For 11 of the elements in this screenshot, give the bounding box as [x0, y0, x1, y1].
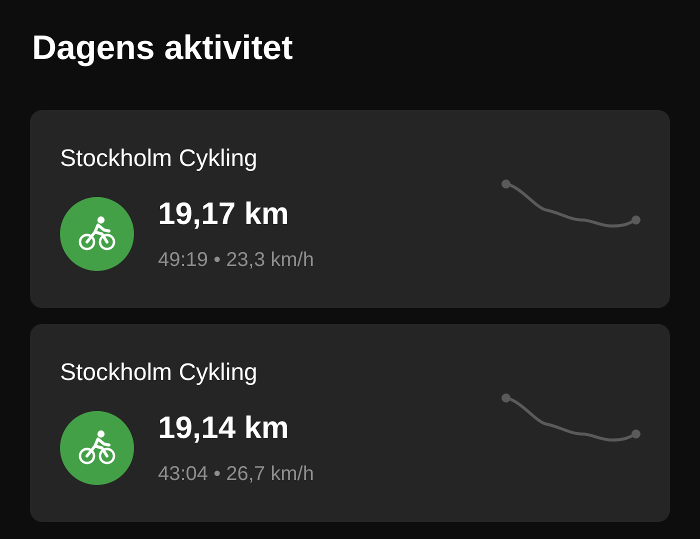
page-title: Dagens aktivitet [32, 28, 294, 68]
distance-value: 19,14 km [158, 410, 289, 446]
activity-card[interactable]: Stockholm Cykling 19,14 km 43:04 • 26,7 km/h [30, 324, 670, 522]
activity-stats: 43:04 • 26,7 km/h [158, 462, 314, 486]
cyclist-icon [60, 411, 134, 485]
activity-name: Stockholm Cykling [60, 144, 258, 174]
activity-card[interactable]: Stockholm Cykling 19,17 km 49:19 • 23,3 km/h [30, 110, 670, 308]
activity-name: Stockholm Cykling [60, 358, 258, 388]
distance-value: 19,17 km [158, 196, 289, 232]
activity-stats: 49:19 • 23,3 km/h [158, 248, 314, 272]
cyclist-icon [60, 197, 134, 271]
